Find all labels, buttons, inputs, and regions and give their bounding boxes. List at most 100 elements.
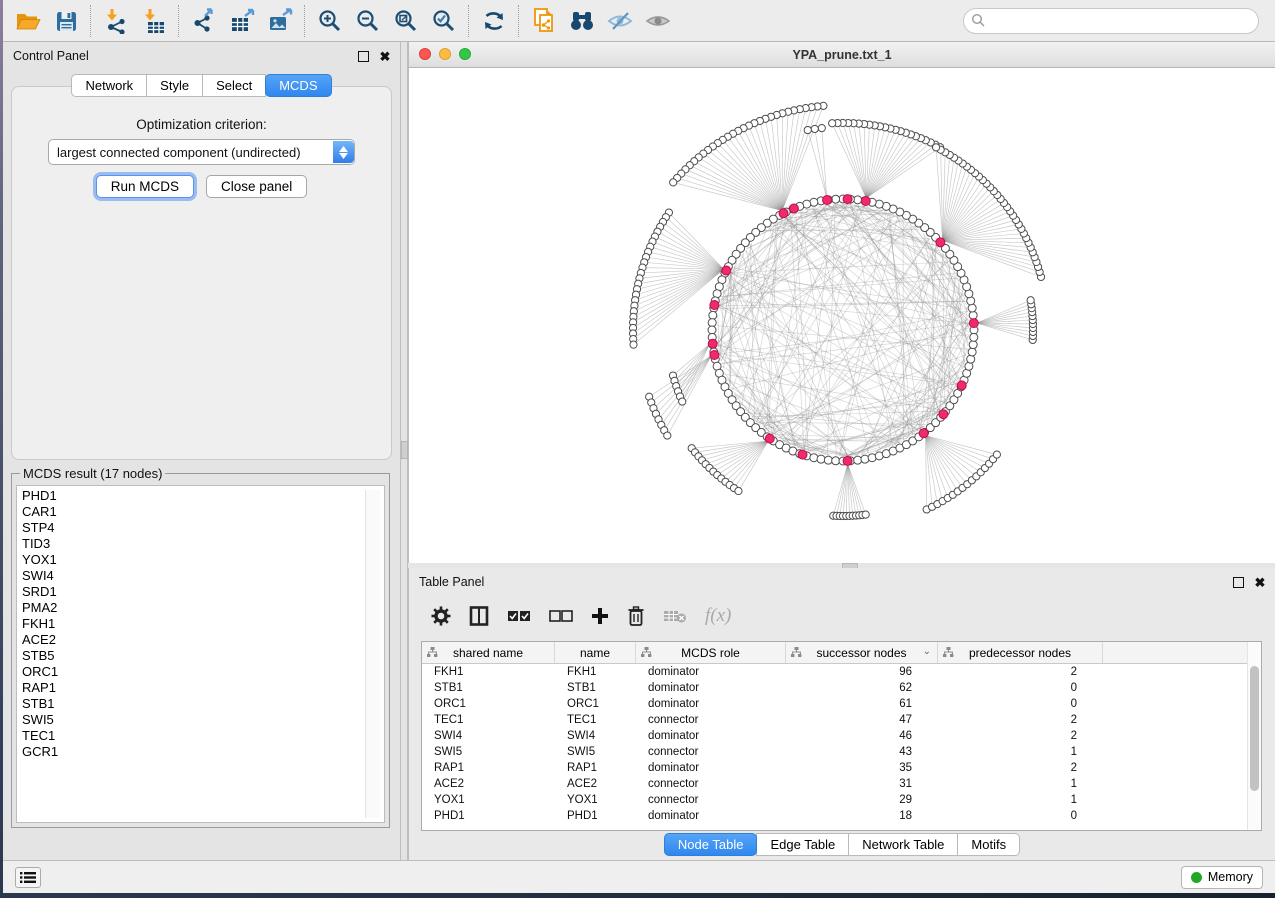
column-header-predecessor-nodes[interactable]: predecessor nodes — [938, 642, 1103, 663]
table-row[interactable]: TEC1TEC1connector472 — [422, 712, 1261, 728]
zoom-fit-button[interactable] — [387, 4, 425, 38]
settings-gear-button[interactable] — [429, 604, 453, 628]
table-cell: 2 — [938, 730, 1103, 742]
float-panel-icon[interactable] — [356, 49, 370, 63]
mcds-result-item[interactable]: STB1 — [22, 696, 384, 712]
table-cell: 96 — [786, 666, 938, 678]
tab-network-table[interactable]: Network Table — [848, 833, 958, 856]
delete-column-button[interactable] — [625, 604, 647, 628]
column-header-MCDS-role[interactable]: MCDS role — [636, 642, 786, 663]
task-history-button[interactable] — [15, 867, 41, 888]
mcds-result-item[interactable]: SWI5 — [22, 712, 384, 728]
mcds-result-item[interactable]: GCR1 — [22, 744, 384, 760]
minimize-window-icon[interactable] — [439, 48, 451, 60]
tab-edge-table[interactable]: Edge Table — [756, 833, 849, 856]
table-cell: 2 — [938, 714, 1103, 726]
memory-button[interactable]: Memory — [1181, 866, 1263, 889]
mcds-result-list[interactable]: PHD1CAR1STP4TID3YOX1SWI4SRD1PMA2FKH1ACE2… — [16, 485, 385, 823]
table-cell: 1 — [938, 746, 1103, 758]
mcds-result-item[interactable]: STB5 — [22, 648, 384, 664]
result-list-scrollbar[interactable] — [365, 490, 380, 818]
mcds-result-item[interactable]: FKH1 — [22, 616, 384, 632]
criterion-dropdown[interactable]: largest connected component (undirected) — [48, 139, 355, 165]
tab-select[interactable]: Select — [202, 74, 266, 97]
save-session-button[interactable] — [47, 4, 85, 38]
table-cell: 18 — [786, 810, 938, 822]
memory-label: Memory — [1208, 870, 1253, 884]
select-all-rows-button[interactable] — [505, 607, 533, 625]
zoom-out-button[interactable] — [349, 4, 387, 38]
import-network-button[interactable] — [97, 4, 135, 38]
status-bar: Memory — [3, 860, 1275, 893]
zoom-window-icon[interactable] — [459, 48, 471, 60]
table-row[interactable]: YOX1YOX1connector291 — [422, 792, 1261, 808]
clone-network-button[interactable] — [525, 4, 563, 38]
table-row[interactable]: RAP1RAP1dominator352 — [422, 760, 1261, 776]
deselect-all-rows-button[interactable] — [547, 607, 575, 625]
columns-icon — [469, 606, 489, 626]
refresh-layout-button[interactable] — [475, 4, 513, 38]
mcds-result-item[interactable]: ACE2 — [22, 632, 384, 648]
hide-selected-button[interactable] — [601, 4, 639, 38]
mcds-result-item[interactable]: RAP1 — [22, 680, 384, 696]
tab-motifs[interactable]: Motifs — [957, 833, 1020, 856]
column-header-successor-nodes[interactable]: successor nodes⌄ — [786, 642, 938, 663]
mcds-result-item[interactable]: TID3 — [22, 536, 384, 552]
show-all-button[interactable] — [639, 4, 677, 38]
table-scrollbar[interactable] — [1247, 642, 1261, 830]
mcds-result-item[interactable]: TEC1 — [22, 728, 384, 744]
search-input[interactable] — [963, 8, 1259, 34]
show-column-button[interactable] — [467, 604, 491, 628]
float-panel-icon[interactable] — [1231, 575, 1245, 589]
search-icon — [971, 13, 985, 27]
tab-node-table[interactable]: Node Table — [664, 833, 758, 856]
add-column-button[interactable] — [589, 605, 611, 627]
open-file-button[interactable] — [9, 4, 47, 38]
table-row[interactable]: SWI5SWI5connector431 — [422, 744, 1261, 760]
mcds-result-item[interactable]: SWI4 — [22, 568, 384, 584]
mcds-result-item[interactable]: ORC1 — [22, 664, 384, 680]
mcds-result-item[interactable]: PHD1 — [22, 488, 384, 504]
tab-style[interactable]: Style — [146, 74, 203, 97]
table-row[interactable]: PHD1PHD1dominator180 — [422, 808, 1261, 824]
export-network-button[interactable] — [185, 4, 223, 38]
mcds-result-item[interactable]: CAR1 — [22, 504, 384, 520]
first-neighbors-button[interactable] — [563, 4, 601, 38]
run-mcds-button[interactable]: Run MCDS — [96, 175, 194, 198]
export-table-button[interactable] — [223, 4, 261, 38]
table-row[interactable]: ORC1ORC1dominator610 — [422, 696, 1261, 712]
network-graph[interactable] — [409, 68, 1275, 563]
export-image-button[interactable] — [261, 4, 299, 38]
column-header-shared-name[interactable]: shared name — [422, 642, 555, 663]
close-window-icon[interactable] — [419, 48, 431, 60]
close-panel-icon[interactable]: ✖ — [378, 49, 392, 63]
import-table-button[interactable] — [135, 4, 173, 38]
mcds-result-item[interactable]: YOX1 — [22, 552, 384, 568]
mcds-result-item[interactable]: SRD1 — [22, 584, 384, 600]
column-header-name[interactable]: name — [555, 642, 636, 663]
vertical-splitter[interactable] — [400, 42, 408, 860]
close-panel-icon[interactable]: ✖ — [1253, 575, 1267, 589]
function-builder-button[interactable]: f(x) — [703, 603, 733, 629]
table-row[interactable]: SWI4SWI4dominator462 — [422, 728, 1261, 744]
table-row[interactable]: ACE2ACE2connector311 — [422, 776, 1261, 792]
table-panel: Table Panel ✖ f(x) shared namenameMCDS r… — [408, 568, 1275, 860]
network-window-titlebar[interactable]: YPA_prune.txt_1 — [409, 42, 1275, 68]
zoom-in-button[interactable] — [311, 4, 349, 38]
splitter-grip[interactable] — [401, 441, 408, 459]
mcds-result-item[interactable]: STP4 — [22, 520, 384, 536]
import-table-icon — [141, 8, 167, 34]
mcds-result-item[interactable]: PMA2 — [22, 600, 384, 616]
table-cell: SWI4 — [422, 730, 555, 742]
search-container — [963, 8, 1259, 34]
delete-table-button[interactable] — [661, 606, 689, 626]
zoom-selected-button[interactable] — [425, 4, 463, 38]
toolbar-separator — [468, 5, 470, 37]
table-row[interactable]: FKH1FKH1dominator962 — [422, 664, 1261, 680]
tab-mcds[interactable]: MCDS — [265, 74, 331, 97]
scrollbar-thumb[interactable] — [1250, 666, 1259, 791]
table-row[interactable]: STB1STB1dominator620 — [422, 680, 1261, 696]
tab-network[interactable]: Network — [71, 74, 147, 97]
close-panel-button[interactable]: Close panel — [206, 175, 307, 198]
network-view[interactable] — [409, 68, 1275, 563]
